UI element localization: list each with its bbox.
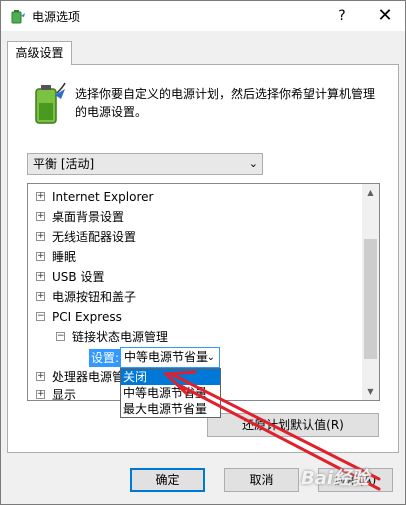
- expand-icon[interactable]: +: [36, 192, 45, 201]
- tree-item-processor-power[interactable]: + 处理器电源管: [36, 367, 124, 387]
- expand-icon[interactable]: +: [36, 390, 45, 399]
- setting-label: 设置:: [89, 349, 122, 367]
- expand-icon[interactable]: +: [36, 292, 45, 301]
- expand-icon[interactable]: +: [36, 252, 45, 261]
- setting-value: 中等电源节省量: [124, 350, 209, 364]
- setting-value-select[interactable]: 中等电源节省量 ⌄: [120, 347, 220, 368]
- ok-button[interactable]: 确定: [130, 468, 205, 492]
- window-title: 电源选项: [32, 10, 81, 24]
- tree-item-power-buttons[interactable]: + 电源按钮和盖子: [36, 287, 136, 307]
- tree-item-label: 睡眠: [52, 250, 77, 264]
- tree-item-label: Internet Explorer: [52, 190, 154, 204]
- power-plan-value: 平衡 [活动]: [33, 157, 95, 171]
- power-options-icon: [11, 10, 25, 24]
- tree-item-desktop-background[interactable]: + 桌面背景设置: [36, 207, 124, 227]
- tree-item-usb[interactable]: + USB 设置: [36, 267, 104, 287]
- expand-icon[interactable]: +: [36, 212, 45, 221]
- tree-scrollbar[interactable]: ▲ ▼: [362, 184, 379, 400]
- tree-item-label: PCI Express: [52, 310, 122, 324]
- tree-item-display[interactable]: + 显示: [36, 385, 77, 401]
- collapse-icon[interactable]: −: [56, 332, 65, 341]
- title-bar: 电源选项 ? ✕: [1, 1, 405, 31]
- dropdown-option-moderate[interactable]: 中等电源节省量: [121, 385, 220, 401]
- expand-icon[interactable]: +: [36, 272, 45, 281]
- scroll-thumb[interactable]: [364, 239, 377, 359]
- watermark: Bai经验: [301, 468, 370, 489]
- tree-item-label: 电源按钮和盖子: [52, 290, 137, 304]
- help-button[interactable]: ?: [330, 5, 354, 27]
- dropdown-option-maximum[interactable]: 最大电源节省量: [121, 401, 220, 417]
- battery-icon: [35, 82, 66, 124]
- power-options-dialog: 电源选项 ? ✕ 高级设置 选择你要自定义的电源计划，然后选择你希望计算机管理的…: [0, 0, 406, 505]
- tree-item-link-state-power[interactable]: − 链接状态电源管理: [56, 327, 168, 347]
- tree-item-internet-explorer[interactable]: + Internet Explorer: [36, 187, 153, 207]
- collapse-icon[interactable]: −: [36, 312, 45, 321]
- tree-item-wireless-adapter[interactable]: + 无线适配器设置: [36, 227, 136, 247]
- chevron-down-icon: ⌄: [248, 157, 258, 170]
- expand-icon[interactable]: +: [36, 372, 45, 381]
- tree-item-label: 无线适配器设置: [52, 230, 137, 244]
- cancel-button[interactable]: 取消: [224, 468, 299, 492]
- dropdown-option-off[interactable]: 关闭: [121, 369, 220, 385]
- close-button[interactable]: ✕: [367, 3, 403, 29]
- description-text: 选择你要自定义的电源计划，然后选择你希望计算机管理的电源设置。: [75, 87, 376, 119]
- tree-item-label: 显示: [52, 388, 77, 401]
- tree-item-label: 链接状态电源管理: [72, 330, 169, 344]
- tree-item-label: 桌面背景设置: [52, 210, 125, 224]
- setting-dropdown-list: 关闭 中等电源节省量 最大电源节省量: [120, 368, 221, 418]
- tree-item-sleep[interactable]: + 睡眠: [36, 247, 76, 267]
- chevron-down-icon: ⌄: [206, 352, 215, 363]
- power-plan-select[interactable]: 平衡 [活动] ⌄: [27, 153, 263, 175]
- scroll-down-icon[interactable]: ▼: [362, 383, 379, 400]
- scroll-up-icon[interactable]: ▲: [362, 184, 379, 201]
- tree-item-pci-express[interactable]: − PCI Express: [36, 307, 122, 327]
- expand-icon[interactable]: +: [36, 232, 45, 241]
- tree-item-label: USB 设置: [52, 270, 105, 284]
- tree-item-label: 处理器电源管: [52, 370, 125, 384]
- tab-advanced-settings[interactable]: 高级设置: [7, 41, 72, 65]
- restore-defaults-button[interactable]: 还原计划默认值(R): [207, 413, 379, 437]
